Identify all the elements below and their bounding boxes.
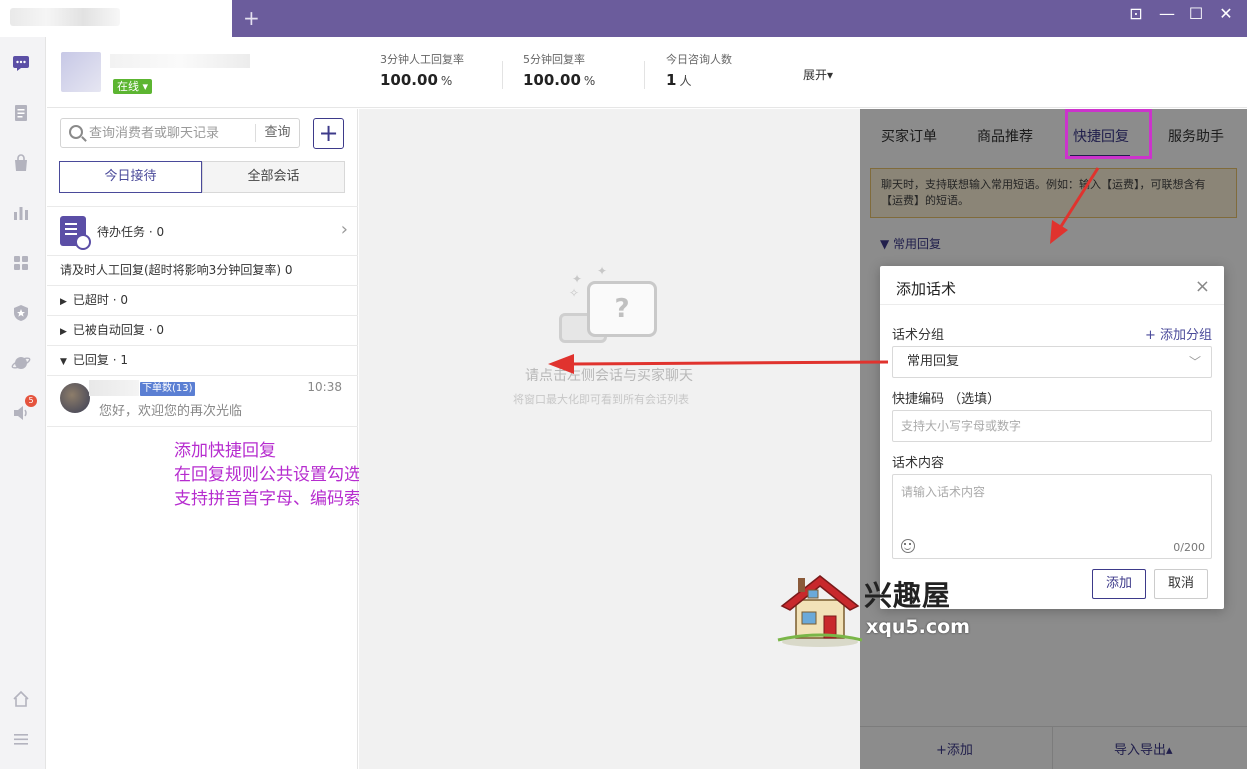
group-timeout[interactable]: ▶ 已超时 · 0 (47, 286, 358, 316)
pin-icon[interactable]: ⊡ (1126, 4, 1146, 24)
shop-avatar (61, 52, 101, 92)
stat-value: 1 (666, 71, 677, 89)
search-button[interactable]: 查询 (255, 124, 299, 142)
group-label: 已超时 · 0 (72, 293, 129, 307)
watermark-name: 兴趣屋 (864, 579, 952, 612)
bar-chart-icon[interactable] (11, 203, 31, 223)
conversation-item[interactable]: 下单数(13) 10:38 您好，欢迎您的再次光临 (47, 375, 358, 427)
minimize-button[interactable]: — (1157, 4, 1177, 24)
reply-notice: 请及时人工回复(超时将影响3分钟回复率) 0 (47, 256, 358, 286)
last-message: 您好，欢迎您的再次光临 (99, 404, 243, 419)
expand-button[interactable]: 展开▾ (803, 66, 833, 83)
buyer-avatar (60, 383, 90, 413)
add-button[interactable]: 添加 (1092, 569, 1146, 599)
title-bar: + ⊡ — ☐ ✕ (0, 0, 1247, 37)
tab-all-conversations[interactable]: 全部会话 (202, 161, 345, 193)
buyer-name-blurred (89, 380, 139, 396)
notification-badge: 5 (25, 395, 37, 407)
emoji-icon[interactable] (901, 539, 915, 553)
triangle-down-icon: ▼ (60, 357, 67, 367)
sidebar: 5 (0, 37, 46, 769)
empty-state-subtitle: 将窗口最大化即可看到所有会话列表 (513, 393, 689, 406)
divider (502, 61, 503, 89)
close-button[interactable]: ✕ (1216, 4, 1236, 24)
tab-title-blurred (10, 8, 120, 26)
triangle-right-icon: ▶ (60, 297, 67, 307)
stat-5min-reply-rate: 5分钟回复率 100.00% (523, 51, 595, 89)
group-label: 已回复 · 1 (72, 353, 129, 367)
tab-today-reception[interactable]: 今日接待 (59, 161, 202, 193)
watermark-url: xqu5.com (866, 616, 970, 638)
chat-icon[interactable] (11, 53, 31, 73)
stat-label: 今日咨询人数 (666, 53, 732, 66)
group-auto-replied[interactable]: ▶ 已被自动回复 · 0 (47, 316, 358, 346)
stat-today-consult: 今日咨询人数 1人 (666, 51, 732, 89)
menu-icon[interactable] (11, 729, 31, 749)
group-select[interactable]: 常用回复 ﹀ (892, 346, 1212, 378)
stat-label: 5分钟回复率 (523, 53, 585, 66)
chevron-down-icon: ﹀ (1188, 355, 1201, 369)
close-icon[interactable]: × (1195, 276, 1210, 297)
sparkle-icon: ✧ (569, 286, 580, 300)
code-label: 快捷编码 （选填） (892, 392, 1001, 407)
stat-unit: 人 (679, 74, 692, 88)
group-label: 已被自动回复 · 0 (72, 323, 165, 337)
group-select-value: 常用回复 (907, 354, 960, 369)
content-field: 0/200 (892, 474, 1212, 559)
add-group-link[interactable]: + 添加分组 (1145, 324, 1212, 343)
chevron-right-icon: › (340, 219, 348, 240)
add-phrase-dialog: 添加话术 × 话术分组 + 添加分组 常用回复 ﹀ 快捷编码 （选填） 话术内容… (880, 266, 1224, 609)
watermark: 兴趣屋 xqu5.com (776, 570, 976, 650)
sparkle-icon: ✦ (597, 264, 608, 278)
stat-unit: % (583, 74, 596, 88)
apps-grid-icon[interactable] (11, 253, 31, 273)
content-textarea[interactable] (901, 483, 1201, 533)
active-tab[interactable] (0, 0, 232, 37)
sparkle-icon: ✦ (572, 272, 583, 286)
question-bubble-icon: ? (587, 281, 657, 337)
document-icon[interactable] (11, 103, 31, 123)
content-label: 话术内容 (892, 456, 945, 471)
stat-value: 100.00 (380, 71, 438, 89)
group-replied[interactable]: ▼ 已回复 · 1 (47, 346, 358, 376)
house-logo-icon (777, 575, 863, 647)
stat-value: 100.00 (523, 71, 581, 89)
char-counter: 0/200 (1173, 541, 1205, 554)
divider (880, 304, 1224, 305)
todo-label: 待办任务 · 0 (97, 225, 165, 239)
search-icon (69, 125, 83, 139)
stat-unit: % (440, 74, 453, 88)
home-icon[interactable] (11, 689, 31, 709)
stat-label: 3分钟人工回复率 (380, 53, 464, 66)
divider (644, 61, 645, 89)
group-label: 话术分组 (892, 328, 945, 343)
new-tab-button[interactable]: + (243, 6, 260, 30)
maximize-button[interactable]: ☐ (1186, 4, 1206, 24)
triangle-right-icon: ▶ (60, 327, 67, 337)
chat-area: ? ✦ ✦ ✧ 请点击左侧会话与买家聊天 将窗口最大化即可看到所有会话列表 (359, 109, 860, 769)
planet-icon[interactable] (11, 353, 31, 373)
add-conversation-button[interactable]: + (313, 118, 344, 149)
header: 在线 ▾ 3分钟人工回复率 100.00% 5分钟回复率 100.00% 今日咨… (47, 37, 1247, 108)
stat-3min-reply-rate: 3分钟人工回复率 100.00% (380, 51, 464, 89)
conversation-list: 查询 + 今日接待 全部会话 待办任务 · 0 › 请及时人工回复(超时将影响3… (47, 109, 786, 769)
cancel-button[interactable]: 取消 (1154, 569, 1208, 599)
online-status-dropdown[interactable]: 在线 ▾ (113, 79, 153, 94)
dialog-title: 添加话术 (896, 280, 957, 298)
empty-state-title: 请点击左侧会话与买家聊天 (525, 368, 693, 384)
message-time: 10:38 (307, 380, 342, 394)
search-box: 查询 (60, 118, 300, 148)
task-clock-icon (60, 216, 91, 250)
shield-icon[interactable] (11, 303, 31, 323)
search-input[interactable] (89, 123, 249, 143)
shop-name-blurred (110, 54, 250, 68)
order-count-badge: 下单数(13) (140, 382, 195, 396)
highlight-box (1065, 109, 1152, 159)
shopping-bag-icon[interactable] (11, 153, 31, 173)
shortcut-code-input[interactable] (892, 410, 1212, 442)
todo-tasks-row[interactable]: 待办任务 · 0 › (47, 206, 358, 256)
